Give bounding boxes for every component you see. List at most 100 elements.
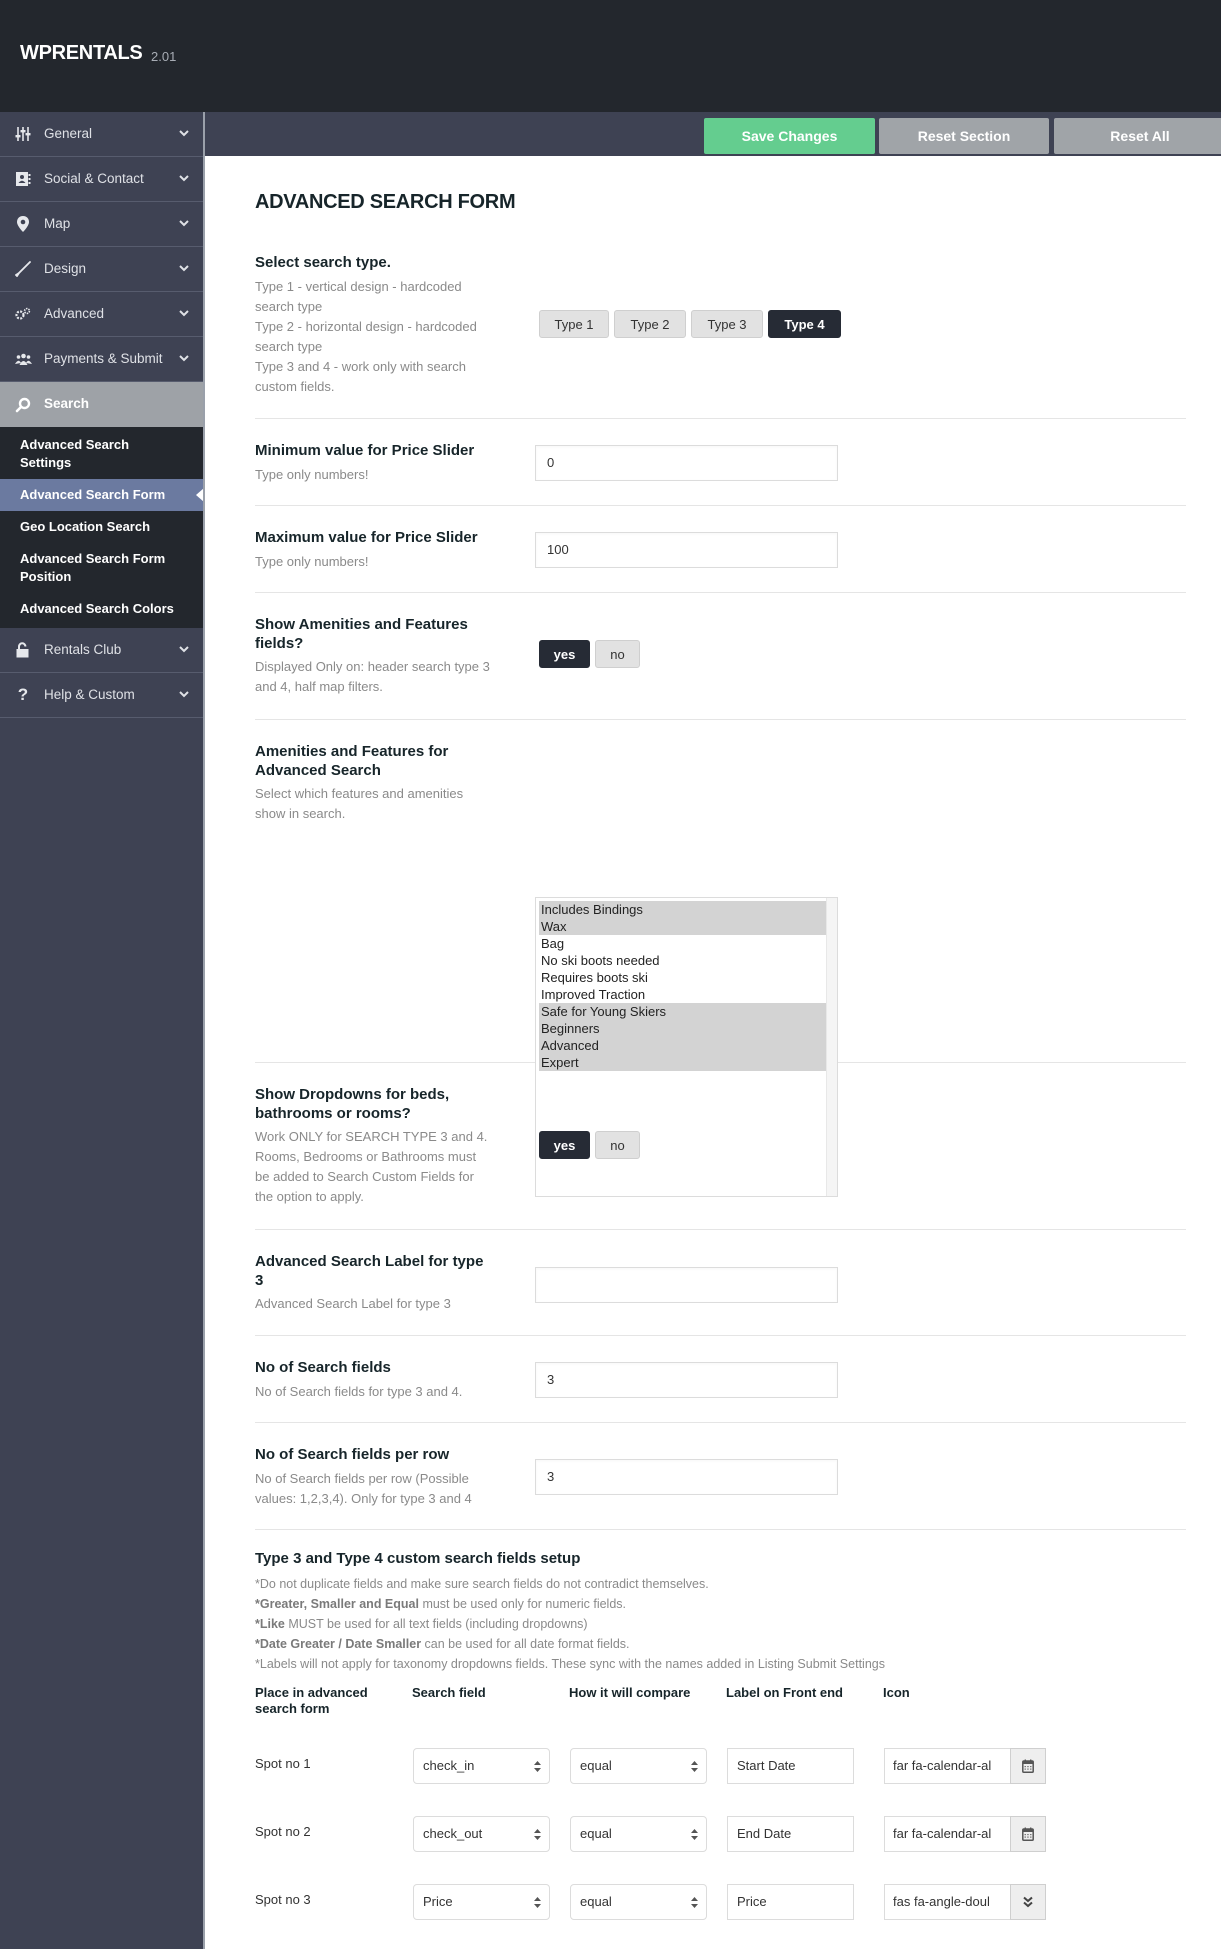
submenu-advanced-search-settings[interactable]: Advanced Search Settings	[0, 430, 203, 479]
version-label: 2.01	[151, 49, 177, 64]
note-text: *Labels will not apply for taxonomy drop…	[255, 1657, 885, 1671]
setting-title: Show Amenities and Features fields?	[255, 616, 468, 652]
setting-description: No of Search fields for type 3 and 4.	[255, 1384, 463, 1399]
sidebar-item-label: General	[44, 126, 93, 141]
compare-select[interactable]: equal	[570, 1884, 707, 1920]
icon-class-input[interactable]: fas fa-angle-doul	[884, 1884, 1011, 1920]
amenity-option[interactable]: Improved Traction	[539, 986, 826, 1003]
icon-preview-button[interactable]	[1010, 1884, 1046, 1920]
sidebar-item-social-contact[interactable]: Social & Contact	[0, 157, 203, 202]
note-line: *Date Greater / Date Smaller can be used…	[255, 1634, 885, 1654]
search-field-select[interactable]: check_in	[413, 1748, 550, 1784]
reset-all-button[interactable]: Reset All	[1054, 118, 1221, 154]
amenity-option[interactable]: Bag	[539, 935, 826, 952]
sidebar-item-rentals-club[interactable]: Rentals Club	[0, 628, 203, 673]
search-field-select[interactable]: check_out	[413, 1816, 550, 1852]
amenity-option[interactable]: Safe for Young Skiers	[539, 1003, 826, 1020]
note-emphasis: *Like	[255, 1617, 285, 1631]
no-button[interactable]: no	[595, 1131, 640, 1159]
submenu-advanced-search-form-position[interactable]: Advanced Search Form Position	[0, 543, 190, 593]
setting-description: Type only numbers!	[255, 554, 369, 569]
setting-title: No of Search fields per row	[255, 1446, 450, 1463]
setting-title: Select search type.	[255, 254, 391, 271]
label-type3-input[interactable]	[535, 1267, 838, 1303]
note-line: *Labels will not apply for taxonomy drop…	[255, 1654, 885, 1674]
logo: WPRENTALS	[20, 42, 143, 64]
setting-title: No of Search fields	[255, 1359, 391, 1376]
icon-picker: far fa-calendar-al	[884, 1748, 1046, 1784]
select-arrows-icon	[691, 1897, 698, 1908]
note-emphasis: *Date Greater / Date Smaller	[255, 1637, 422, 1651]
icon-picker: far fa-calendar-al	[884, 1816, 1046, 1852]
sidebar-item-advanced[interactable]: Advanced	[0, 292, 203, 337]
setting-description: Work ONLY for SEARCH TYPE 3 and 4. Rooms…	[255, 1129, 488, 1204]
sidebar-item-help-custom[interactable]: ? Help & Custom	[0, 673, 203, 718]
amenity-option[interactable]: Beginners	[539, 1020, 826, 1037]
label-input[interactable]: Price	[727, 1884, 854, 1920]
setting-description: Type only numbers!	[255, 467, 369, 482]
reset-section-button[interactable]: Reset Section	[879, 118, 1049, 154]
search-submenu: Advanced Search Settings Advanced Search…	[0, 427, 204, 628]
column-header-compare: How it will compare	[569, 1685, 691, 1700]
submenu-geo-location-search[interactable]: Geo Location Search	[0, 511, 203, 543]
save-changes-button[interactable]: Save Changes	[704, 118, 875, 154]
icon-preview-button[interactable]	[1010, 1816, 1046, 1852]
search-field-select[interactable]: Price	[413, 1884, 550, 1920]
setting-search-type: Select search type. Type 1 - vertical de…	[255, 253, 1186, 419]
unlock-icon	[14, 641, 32, 659]
amenity-option[interactable]: Requires boots ski	[539, 969, 826, 986]
no-button[interactable]: no	[595, 640, 640, 668]
setting-fields-per-row: No of Search fields per row No of Search…	[255, 1423, 1186, 1530]
setting-title: Maximum value for Price Slider	[255, 529, 478, 546]
amenity-option[interactable]: Includes Bindings	[539, 901, 826, 918]
submenu-advanced-search-colors[interactable]: Advanced Search Colors	[0, 593, 203, 625]
setting-title: Minimum value for Price Slider	[255, 442, 475, 459]
no-fields-input[interactable]: 3	[535, 1362, 838, 1398]
page-title: ADVANCED SEARCH FORM	[255, 191, 516, 213]
icon-preview-button[interactable]	[1010, 1748, 1046, 1784]
note-text: MUST be used for all text fields (includ…	[284, 1617, 588, 1631]
show-dropdowns-toggle: yes no	[539, 1131, 640, 1159]
yes-button[interactable]: yes	[539, 1131, 590, 1159]
type-4-button[interactable]: Type 4	[768, 310, 841, 338]
fields-per-row-input[interactable]: 3	[535, 1459, 838, 1495]
setting-title: Show Dropdowns for beds, bathrooms or ro…	[255, 1086, 450, 1122]
sidebar-item-search[interactable]: Search	[0, 382, 203, 427]
note-emphasis: *Greater, Smaller and Equal	[255, 1597, 419, 1611]
amenity-option[interactable]: No ski boots needed	[539, 952, 826, 969]
sidebar-item-map[interactable]: Map	[0, 202, 203, 247]
max-price-input[interactable]: 100	[535, 532, 838, 568]
type-2-button[interactable]: Type 2	[614, 310, 686, 338]
label-input[interactable]: End Date	[727, 1816, 854, 1852]
custom-fields-title: Type 3 and Type 4 custom search fields s…	[255, 1550, 581, 1567]
sidebar-item-label: Design	[44, 261, 87, 276]
yes-button[interactable]: yes	[539, 640, 590, 668]
setting-title: Amenities and Features for Advanced Sear…	[255, 743, 449, 779]
chevron-down-icon	[178, 688, 190, 700]
submenu-advanced-search-form[interactable]: Advanced Search Form	[0, 479, 204, 511]
calendar-icon	[1022, 1759, 1034, 1773]
compare-select[interactable]: equal	[570, 1748, 707, 1784]
sidebar-item-label: Social & Contact	[44, 171, 144, 186]
search-type-selector: Type 1 Type 2 Type 3 Type 4	[539, 310, 841, 338]
chevron-down-icon	[178, 352, 190, 364]
compare-select[interactable]: equal	[570, 1816, 707, 1852]
type-1-button[interactable]: Type 1	[539, 310, 609, 338]
type-3-button[interactable]: Type 3	[691, 310, 763, 338]
note-line: *Like MUST be used for all text fields (…	[255, 1614, 885, 1634]
sidebar-item-payments-submit[interactable]: Payments & Submit	[0, 337, 203, 382]
note-text: *Do not duplicate fields and make sure s…	[255, 1577, 709, 1591]
brush-icon	[14, 260, 32, 278]
amenity-option[interactable]: Wax	[539, 918, 826, 935]
sidebar-item-general[interactable]: General	[0, 112, 203, 157]
min-price-input[interactable]: 0	[535, 445, 838, 481]
setting-description: Displayed Only on: header search type 3 …	[255, 659, 490, 694]
label-input[interactable]: Start Date	[727, 1748, 854, 1784]
sidebar-item-design[interactable]: Design	[0, 247, 203, 292]
amenity-option[interactable]: Advanced	[539, 1037, 826, 1054]
icon-class-input[interactable]: far fa-calendar-al	[884, 1748, 1011, 1784]
icon-class-input[interactable]: far fa-calendar-al	[884, 1816, 1011, 1852]
select-arrows-icon	[534, 1897, 541, 1908]
column-header-label: Label on Front end	[726, 1685, 843, 1700]
note-line: *Greater, Smaller and Equal must be used…	[255, 1594, 885, 1614]
